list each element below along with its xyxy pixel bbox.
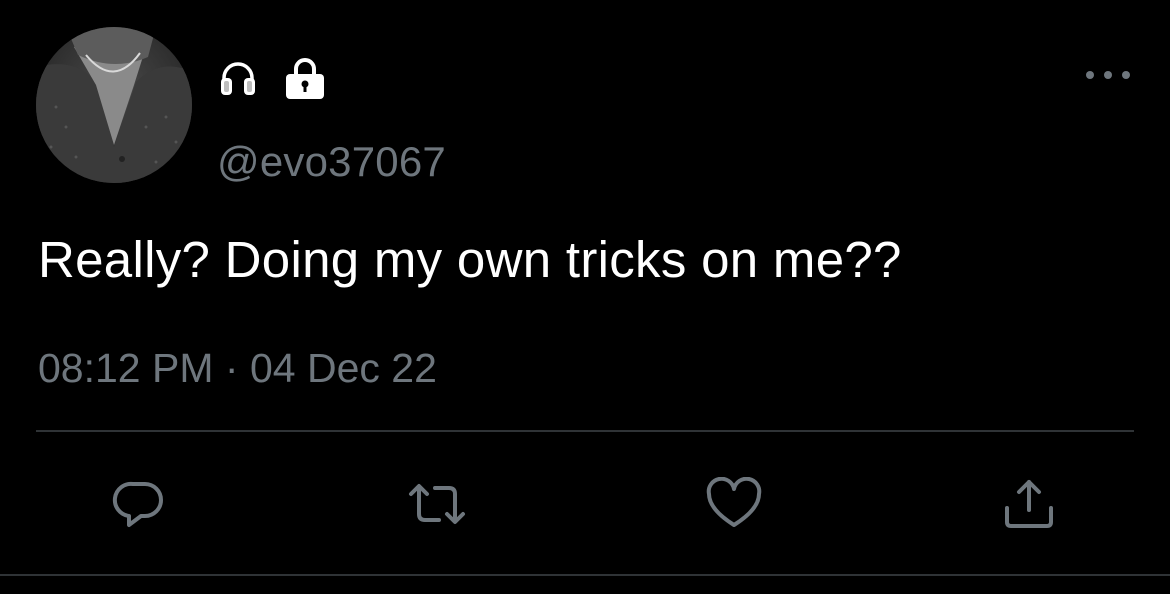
tweet: @evo37067 Really? Doing my own tricks on…	[0, 0, 1170, 594]
like-button[interactable]	[704, 474, 764, 534]
dot	[1086, 71, 1094, 79]
dot	[1104, 71, 1112, 79]
divider	[36, 430, 1134, 432]
reply-icon	[112, 481, 163, 527]
reply-button[interactable]	[109, 474, 169, 534]
share-button[interactable]	[999, 474, 1059, 534]
tweet-time[interactable]: 08:12 PM	[38, 345, 214, 391]
avatar-photo	[36, 27, 192, 183]
meta-separator: ·	[224, 345, 239, 391]
author-handle[interactable]: @evo37067	[217, 137, 446, 187]
action-bar	[0, 474, 1170, 534]
retweet-icon	[409, 484, 465, 524]
headphones-icon	[218, 58, 258, 98]
lock-icon	[282, 55, 328, 101]
share-icon	[1005, 480, 1053, 528]
display-name[interactable]	[218, 52, 328, 104]
tweet-timestamp: 08:12 PM · 04 Dec 22	[38, 340, 437, 396]
tweet-text: Really? Doing my own tricks on me??	[38, 231, 902, 288]
avatar[interactable]	[36, 27, 192, 183]
retweet-button[interactable]	[407, 474, 467, 534]
tweet-date[interactable]: 04 Dec 22	[250, 345, 437, 391]
heart-icon	[706, 477, 762, 527]
more-options-icon[interactable]	[1086, 60, 1130, 90]
bottom-divider	[0, 574, 1170, 576]
dot	[1122, 71, 1130, 79]
